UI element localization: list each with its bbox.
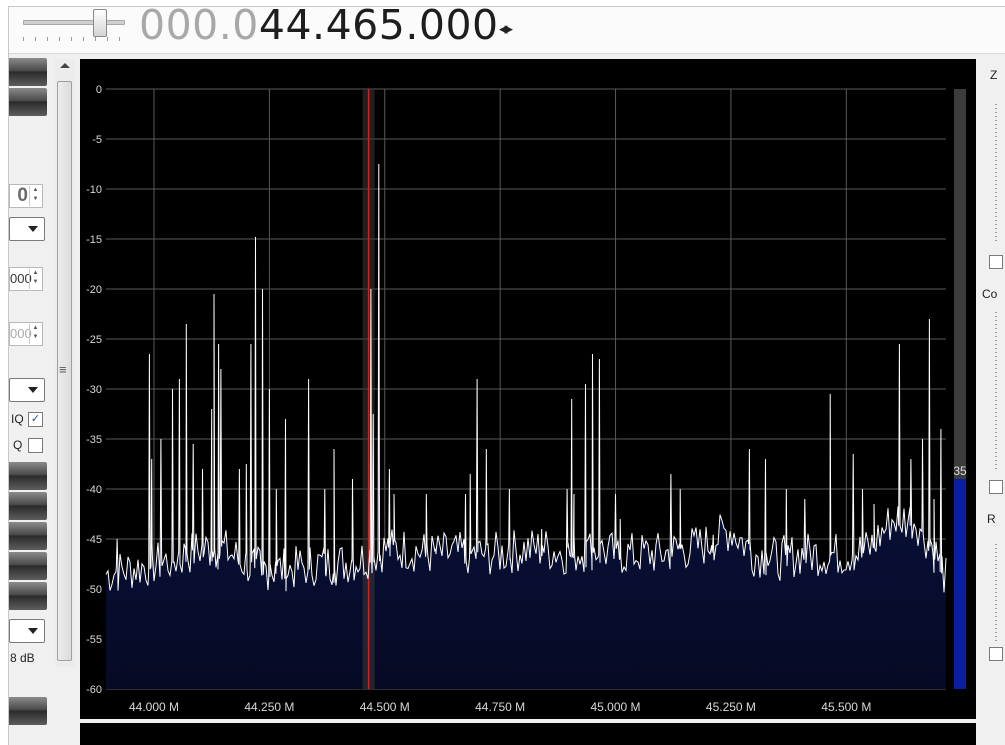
spectrum-trace [105, 163, 947, 593]
level-meter-value: 35 [953, 464, 967, 478]
frequency-bar: 000.044.465.000 ◂▸ [9, 7, 1005, 54]
iq-checkbox-label: IQ [11, 412, 24, 426]
y-tick-label: -35 [86, 434, 102, 446]
app-window: 000.044.465.000 ◂▸ 0 ▲ ▼ 000 ▲ ▼ 000 ▲ ▼ IQ ✓ … [8, 6, 1005, 745]
mode-button-3[interactable] [9, 462, 47, 490]
dropdown-3[interactable] [9, 619, 45, 643]
spectrum-chart[interactable]: 0 -5 -10 -15 -20 -25 -30 -35 -40 -45 -50 -55 -60 44.0… [80, 59, 976, 719]
frequency-dim-digits[interactable]: 000.0 [139, 7, 259, 49]
mode-button-8[interactable] [9, 697, 47, 725]
scroll-up-icon[interactable] [60, 63, 70, 68]
zoom-label: Z [990, 68, 998, 82]
iq-checkbox[interactable]: ✓ [28, 412, 43, 427]
spin-arrows-icon[interactable]: ▲ ▼ [29, 186, 41, 206]
right-checkbox-3[interactable] [989, 647, 1003, 661]
frequency-display[interactable]: 000.044.465.000 [139, 7, 499, 49]
range-slider-ticks [995, 544, 997, 644]
checkmark-icon: ✓ [30, 413, 41, 425]
x-tick-label: 44.250 M [244, 700, 294, 714]
right-control-panel: Z Co R [979, 54, 1005, 745]
spinbox-field-2[interactable]: 000 ▲ ▼ [9, 322, 43, 346]
y-tick-label: -25 [86, 334, 102, 346]
mode-button-2[interactable] [9, 88, 47, 116]
mode-button-1[interactable] [9, 58, 47, 86]
x-tick-label: 44.000 M [129, 700, 179, 714]
y-tick-label: -15 [86, 234, 102, 246]
y-tick-label: -45 [86, 534, 102, 546]
co-label: Co [982, 287, 998, 301]
number-spinbox-value: 0 [17, 185, 28, 206]
mode-button-7[interactable] [9, 582, 47, 610]
gain-slider-ticks [23, 37, 123, 41]
level-meter-fill [954, 479, 966, 689]
level-slider-ticks [995, 312, 997, 472]
mode-button-5[interactable] [9, 522, 47, 550]
zoom-slider-ticks [995, 104, 997, 244]
q-checkbox-label: Q [13, 438, 23, 452]
right-checkbox-1[interactable] [989, 255, 1003, 269]
x-tick-label: 45.000 M [591, 700, 641, 714]
x-tick-label: 45.250 M [706, 700, 756, 714]
spectrum-plot[interactable]: 0 -5 -10 -15 -20 -25 -30 -35 -40 -45 -50 -55 -60 44.0… [80, 59, 976, 719]
right-checkbox-2[interactable] [989, 480, 1003, 494]
x-tick-label: 44.500 M [360, 700, 410, 714]
y-tick-label: -5 [92, 134, 102, 146]
spectrum-fill [106, 164, 946, 689]
chevron-down-icon [28, 226, 38, 232]
x-tick-label: 45.500 M [821, 700, 871, 714]
y-tick-label: -30 [86, 384, 102, 396]
left-control-panel: 0 ▲ ▼ 000 ▲ ▼ 000 ▲ ▼ IQ ✓ Q 8 dB [9, 54, 55, 745]
r-label: R [987, 512, 996, 526]
dropdown-1[interactable] [9, 217, 45, 241]
chevron-down-icon [28, 387, 38, 393]
mode-button-6[interactable] [9, 552, 47, 580]
frequency-step-arrows-icon[interactable]: ◂▸ [499, 19, 513, 39]
chevron-down-icon [28, 628, 38, 634]
gain-slider-track[interactable] [23, 20, 125, 25]
number-spinbox[interactable]: 0 ▲ ▼ [9, 184, 43, 208]
gain-db-label: 8 dB [10, 651, 35, 665]
y-tick-label: -40 [86, 484, 102, 496]
dropdown-2[interactable] [9, 378, 45, 402]
waterfall-strip [80, 723, 976, 745]
gain-slider-thumb[interactable] [93, 9, 107, 37]
y-tick-label: -10 [86, 184, 102, 196]
spin-arrows-icon[interactable]: ▲ ▼ [29, 324, 41, 344]
frequency-active-digits[interactable]: 44.465.000 [259, 7, 499, 49]
spin-arrows-icon[interactable]: ▲ ▼ [29, 269, 41, 289]
spinbox-field-1[interactable]: 000 ▲ ▼ [9, 267, 43, 291]
y-tick-label: -55 [86, 634, 102, 646]
y-tick-label: 0 [96, 84, 102, 96]
x-tick-label: 44.750 M [475, 700, 525, 714]
mode-button-4[interactable] [9, 492, 47, 520]
q-checkbox[interactable] [28, 438, 43, 453]
y-tick-label: -50 [86, 584, 102, 596]
y-tick-label: -60 [86, 684, 102, 696]
y-tick-label: -20 [86, 284, 102, 296]
splitter-grip-icon[interactable]: ≡ [59, 363, 67, 376]
